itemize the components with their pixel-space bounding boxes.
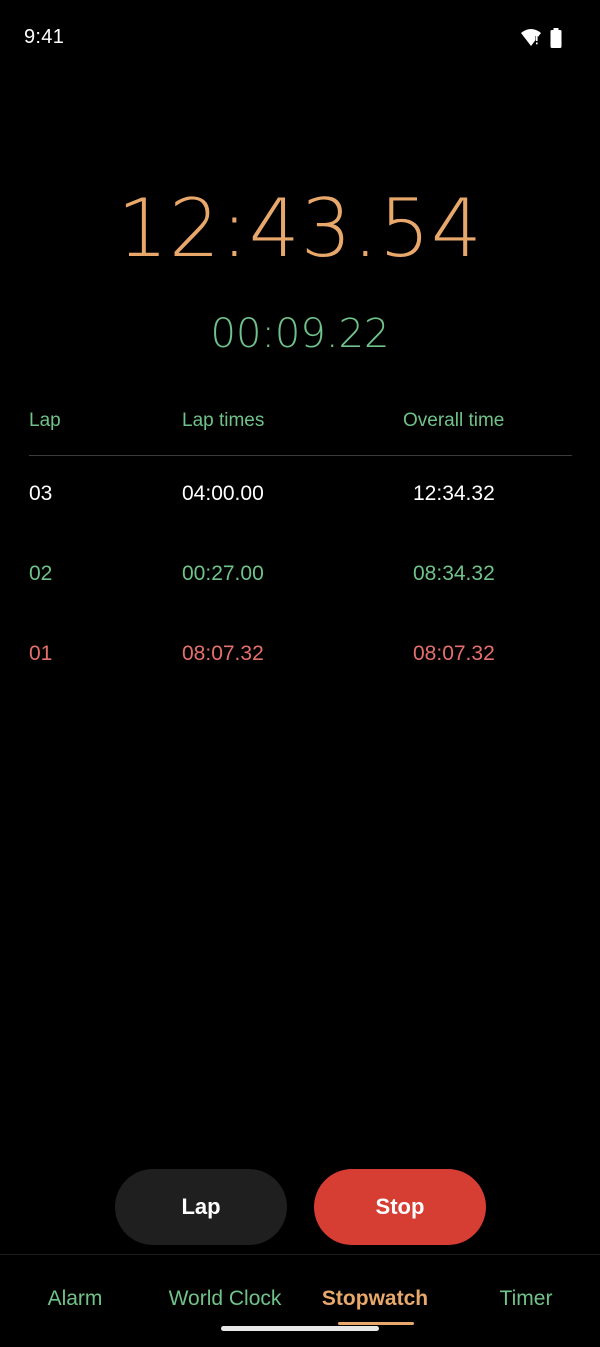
lap-time: 00:27.00 — [182, 562, 264, 585]
nav-tab-alarm[interactable]: Alarm — [48, 1287, 103, 1311]
bottom-navigation: Alarm World Clock Stopwatch Timer — [0, 1254, 600, 1347]
header-lap-times: Lap times — [182, 410, 265, 431]
wifi-alert-icon — [520, 28, 542, 48]
current-lap-time: 00:09.22 — [210, 311, 390, 357]
battery-full-icon — [550, 28, 562, 48]
lap-table: Lap Lap times Overall time 03 04:00.00 1… — [29, 400, 572, 696]
nav-tab-world-clock[interactable]: World Clock — [169, 1287, 282, 1311]
lap-button[interactable]: Lap — [115, 1169, 287, 1245]
header-overall-time: Overall time — [403, 410, 505, 431]
lap-table-header: Lap Lap times Overall time — [29, 400, 572, 456]
status-time: 9:41 — [24, 26, 65, 48]
lap-overall-time: 08:07.32 — [413, 642, 495, 665]
lap-overall-time: 08:34.32 — [413, 562, 495, 585]
header-lap: Lap — [29, 410, 61, 431]
lap-time: 08:07.32 — [182, 642, 264, 665]
status-icons — [520, 28, 562, 48]
lap-number: 01 — [29, 642, 53, 665]
lap-overall-time: 12:34.32 — [413, 482, 495, 505]
status-bar: 9:41 — [0, 0, 600, 80]
lap-row: 02 00:27.00 08:34.32 — [29, 536, 572, 616]
lap-number: 03 — [29, 482, 53, 505]
lap-row: 01 08:07.32 08:07.32 — [29, 616, 572, 696]
active-tab-indicator — [338, 1322, 414, 1325]
stopwatch-total-time: 12:43.54 — [117, 182, 483, 275]
lap-row: 03 04:00.00 12:34.32 — [29, 456, 572, 536]
home-indicator[interactable] — [221, 1326, 379, 1331]
nav-tab-timer[interactable]: Timer — [500, 1287, 553, 1311]
stop-button[interactable]: Stop — [314, 1169, 486, 1245]
nav-tab-stopwatch[interactable]: Stopwatch — [322, 1287, 428, 1311]
lap-time: 04:00.00 — [182, 482, 264, 505]
lap-number: 02 — [29, 562, 53, 585]
